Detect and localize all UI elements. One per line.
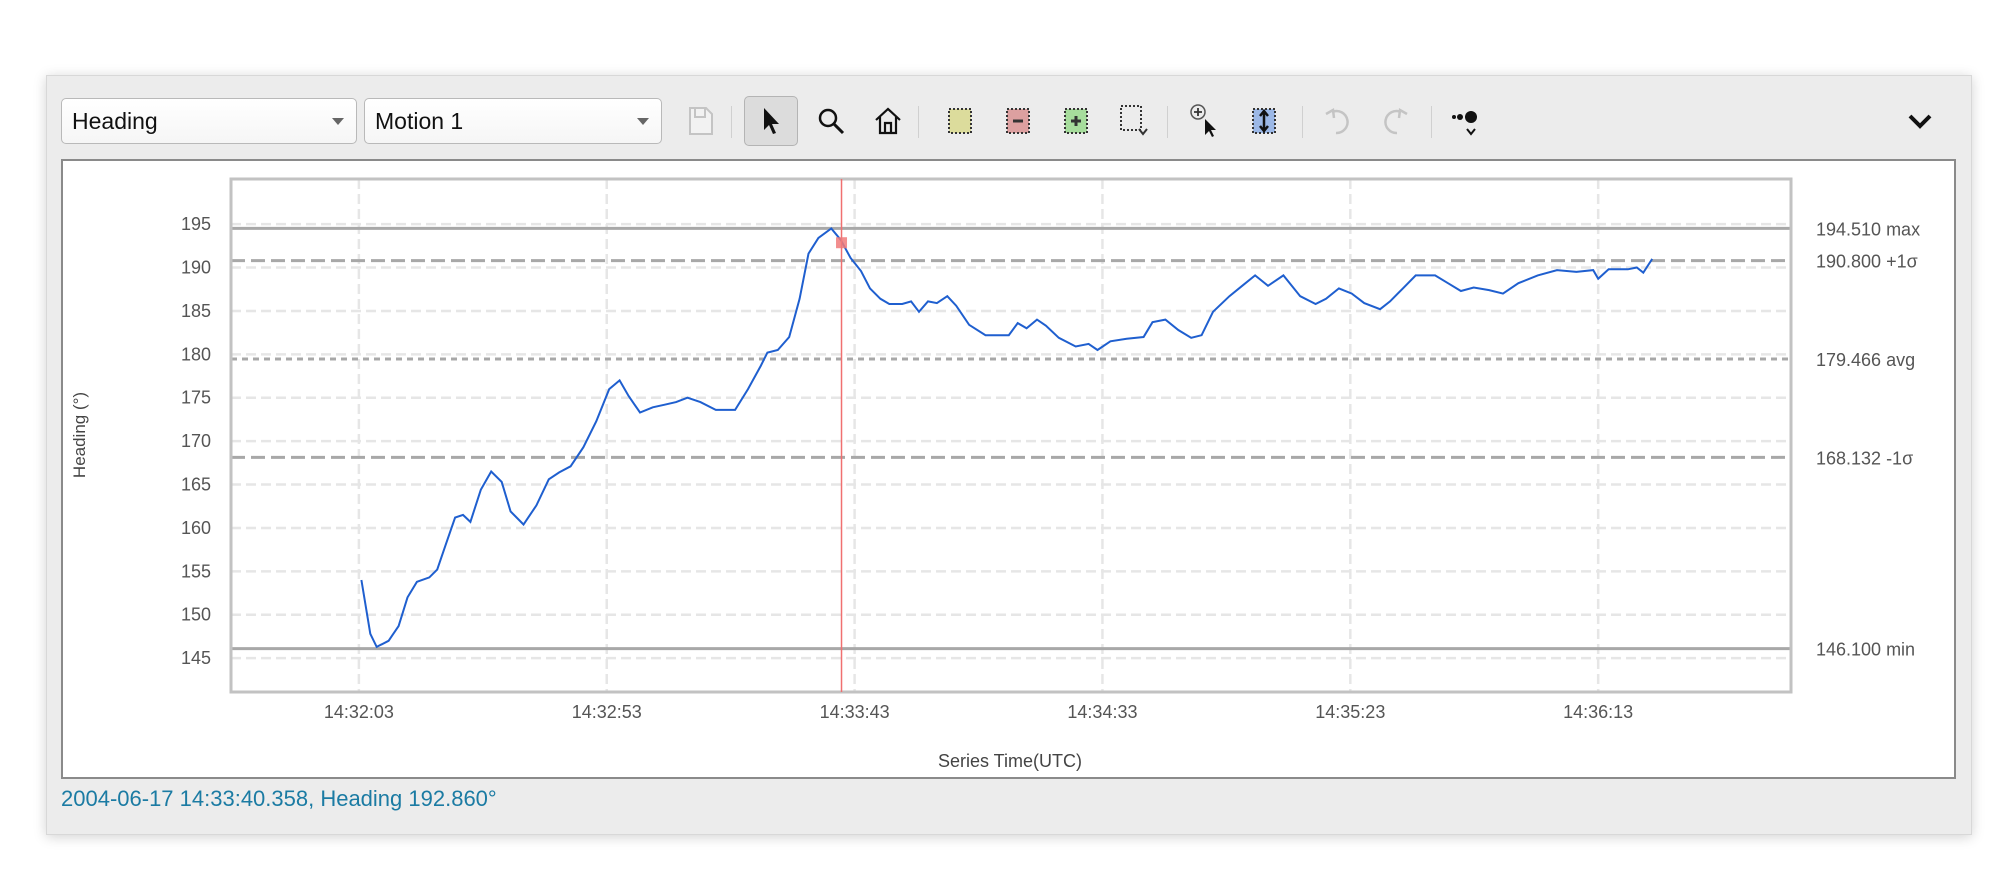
marker-style-icon xyxy=(1452,111,1477,136)
chart-window: Heading Motion 1 145 150 155 160 165 170… xyxy=(46,75,1972,835)
marker-style-button[interactable] xyxy=(1444,98,1490,144)
series-select[interactable]: Motion 1 xyxy=(364,98,662,144)
y-tick-label: 150 xyxy=(181,605,211,625)
y-tick-label: 180 xyxy=(181,344,211,364)
cursor-marker xyxy=(836,237,848,249)
x-tick-label: 14:32:53 xyxy=(572,702,642,722)
redo-icon xyxy=(1384,107,1408,135)
zoom-icon xyxy=(818,108,845,135)
zoom-cursor-icon xyxy=(1190,104,1216,137)
separator xyxy=(1431,106,1432,138)
separator xyxy=(1302,106,1303,138)
series-select-value: Motion 1 xyxy=(375,108,464,134)
heading-chart[interactable]: 145 150 155 160 165 170 175 180 185 190 195 14:32:… xyxy=(63,161,1954,777)
y-tick-label: 145 xyxy=(181,648,211,668)
x-tick-label: 14:33:43 xyxy=(820,702,890,722)
field-select-value: Heading xyxy=(72,108,158,134)
collapse-chevron-icon xyxy=(1908,114,1932,129)
chevron-down-icon xyxy=(637,118,649,125)
stat-label: 190.800 +1σ xyxy=(1816,252,1918,272)
region-menu-button[interactable] xyxy=(1111,98,1157,144)
y-tick-label: 155 xyxy=(181,561,211,581)
save-button[interactable] xyxy=(678,98,724,144)
zoom-cursor-button[interactable] xyxy=(1183,98,1229,144)
y-tick-label: 165 xyxy=(181,475,211,495)
add-region-icon xyxy=(1064,108,1088,134)
chevron-down-icon xyxy=(332,118,344,125)
separator xyxy=(918,106,919,138)
remove-region-icon xyxy=(1006,108,1030,134)
x-tick-label: 14:35:23 xyxy=(1315,702,1385,722)
status-readout: 2004-06-17 14:33:40.358, Heading 192.860… xyxy=(61,786,497,811)
y-tick-label: 190 xyxy=(181,258,211,278)
fit-vertical-button[interactable] xyxy=(1241,98,1287,144)
select-region-yellow-icon xyxy=(948,108,972,134)
y-axis-title: Heading (°) xyxy=(70,392,89,478)
stat-label: 168.132 -1σ xyxy=(1816,448,1913,468)
stat-label: 146.100 min xyxy=(1816,640,1915,660)
stat-label: 194.510 max xyxy=(1816,219,1920,239)
fit-vertical-icon xyxy=(1252,108,1276,134)
undo-icon xyxy=(1325,107,1349,135)
y-tick-label: 170 xyxy=(181,431,211,451)
field-select[interactable]: Heading xyxy=(61,98,357,144)
x-tick-label: 14:36:13 xyxy=(1563,702,1633,722)
add-region-button[interactable] xyxy=(1053,98,1099,144)
zoom-button[interactable] xyxy=(808,98,854,144)
series-line-heading xyxy=(360,227,1654,649)
y-tick-label: 185 xyxy=(181,301,211,321)
home-button[interactable] xyxy=(865,98,911,144)
undo-button[interactable] xyxy=(1315,98,1361,144)
separator xyxy=(731,106,732,138)
x-tick-label: 14:32:03 xyxy=(324,702,394,722)
chart-panel[interactable]: 145 150 155 160 165 170 175 180 185 190 195 14:32:… xyxy=(61,159,1956,779)
collapse-button[interactable] xyxy=(1897,98,1943,144)
y-tick-label: 175 xyxy=(181,388,211,408)
remove-region-button[interactable] xyxy=(995,98,1041,144)
y-tick-label: 195 xyxy=(181,214,211,234)
save-icon xyxy=(689,107,713,135)
y-tick-label: 160 xyxy=(181,518,211,538)
pointer-button[interactable] xyxy=(744,96,798,146)
x-tick-label: 14:34:33 xyxy=(1067,702,1137,722)
region-dropdown-icon xyxy=(1120,105,1148,136)
pointer-icon xyxy=(764,108,779,134)
home-icon xyxy=(875,107,901,135)
redo-button[interactable] xyxy=(1372,98,1418,144)
select-region-button[interactable] xyxy=(937,98,983,144)
separator xyxy=(1167,106,1168,138)
stat-label: 179.466 avg xyxy=(1816,350,1915,370)
x-axis-title: Series Time(UTC) xyxy=(938,751,1082,771)
